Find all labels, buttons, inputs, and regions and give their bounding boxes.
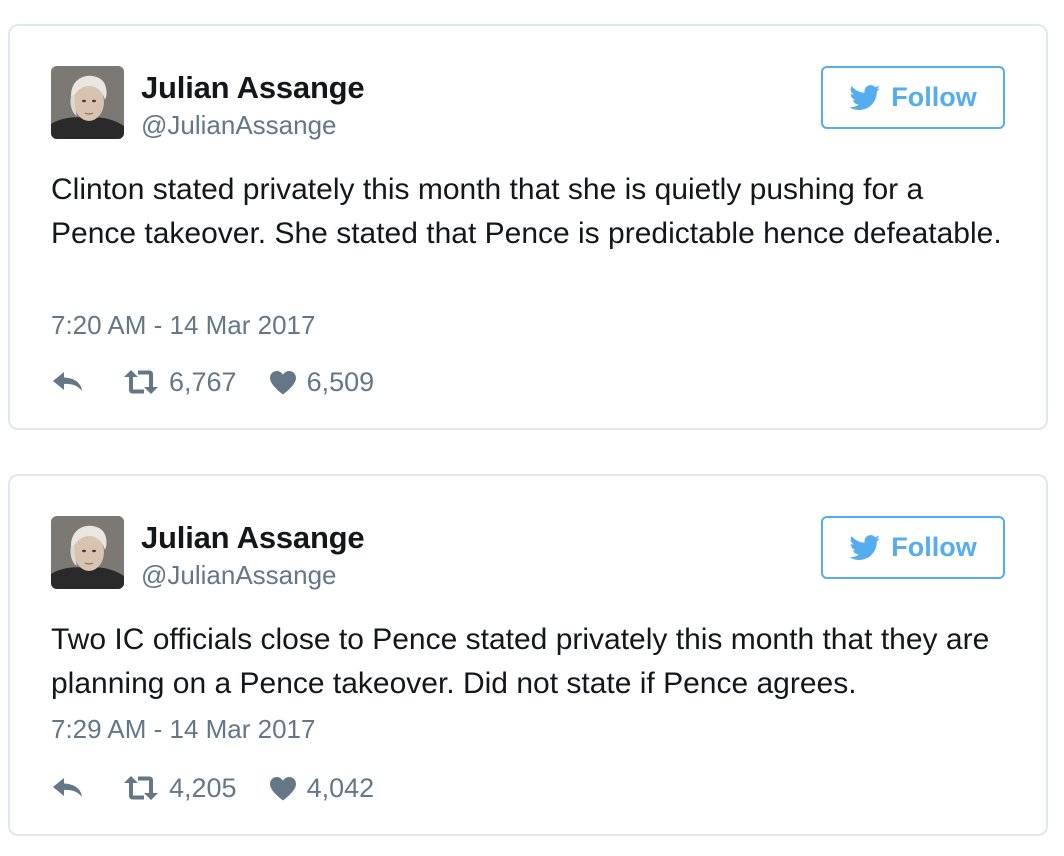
tweet-text: Two IC officials close to Pence stated p… bbox=[51, 623, 990, 700]
heart-icon bbox=[269, 370, 296, 394]
retweet-count: 6,767 bbox=[169, 366, 237, 397]
avatar-image bbox=[51, 516, 124, 589]
avatar[interactable] bbox=[51, 516, 124, 589]
reply-icon bbox=[53, 372, 82, 391]
heart-icon bbox=[269, 776, 296, 800]
twitter-bird-icon bbox=[849, 534, 881, 560]
retweet-button[interactable]: 6,767 bbox=[123, 367, 237, 398]
twitter-bird-icon bbox=[849, 84, 881, 110]
tweet-card: Julian Assange @JulianAssange Follow Two… bbox=[8, 474, 1048, 836]
tweet-actions: 6,767 6,509 bbox=[51, 365, 374, 399]
reply-button[interactable] bbox=[51, 776, 85, 800]
like-button[interactable]: 6,509 bbox=[269, 366, 375, 398]
tweet-actions: 4,205 4,042 bbox=[51, 771, 374, 805]
retweet-icon bbox=[124, 370, 158, 394]
retweet-icon bbox=[124, 776, 158, 800]
reply-icon bbox=[53, 778, 82, 797]
retweet-count: 4,205 bbox=[169, 772, 237, 803]
timestamp[interactable]: 7:29 AM - 14 Mar 2017 bbox=[51, 714, 315, 745]
user-handle[interactable]: @JulianAssange bbox=[141, 110, 337, 141]
follow-label: Follow bbox=[891, 532, 977, 562]
follow-button[interactable]: Follow bbox=[821, 516, 1005, 579]
display-name[interactable]: Julian Assange bbox=[141, 520, 365, 556]
like-button[interactable]: 4,042 bbox=[269, 772, 375, 804]
follow-button[interactable]: Follow bbox=[821, 66, 1005, 129]
follow-label: Follow bbox=[891, 82, 977, 112]
like-count: 4,042 bbox=[306, 772, 375, 803]
avatar[interactable] bbox=[51, 66, 124, 139]
like-count: 6,509 bbox=[306, 366, 375, 397]
tweet-text: Clinton stated privately this month that… bbox=[51, 173, 1002, 250]
display-name[interactable]: Julian Assange bbox=[141, 70, 365, 106]
tweet-card: Julian Assange @JulianAssange Follow Cli… bbox=[8, 24, 1048, 430]
avatar-image bbox=[51, 66, 124, 139]
timestamp[interactable]: 7:20 AM - 14 Mar 2017 bbox=[51, 310, 315, 341]
retweet-button[interactable]: 4,205 bbox=[123, 773, 237, 804]
user-handle[interactable]: @JulianAssange bbox=[141, 560, 337, 591]
reply-button[interactable] bbox=[51, 370, 85, 394]
